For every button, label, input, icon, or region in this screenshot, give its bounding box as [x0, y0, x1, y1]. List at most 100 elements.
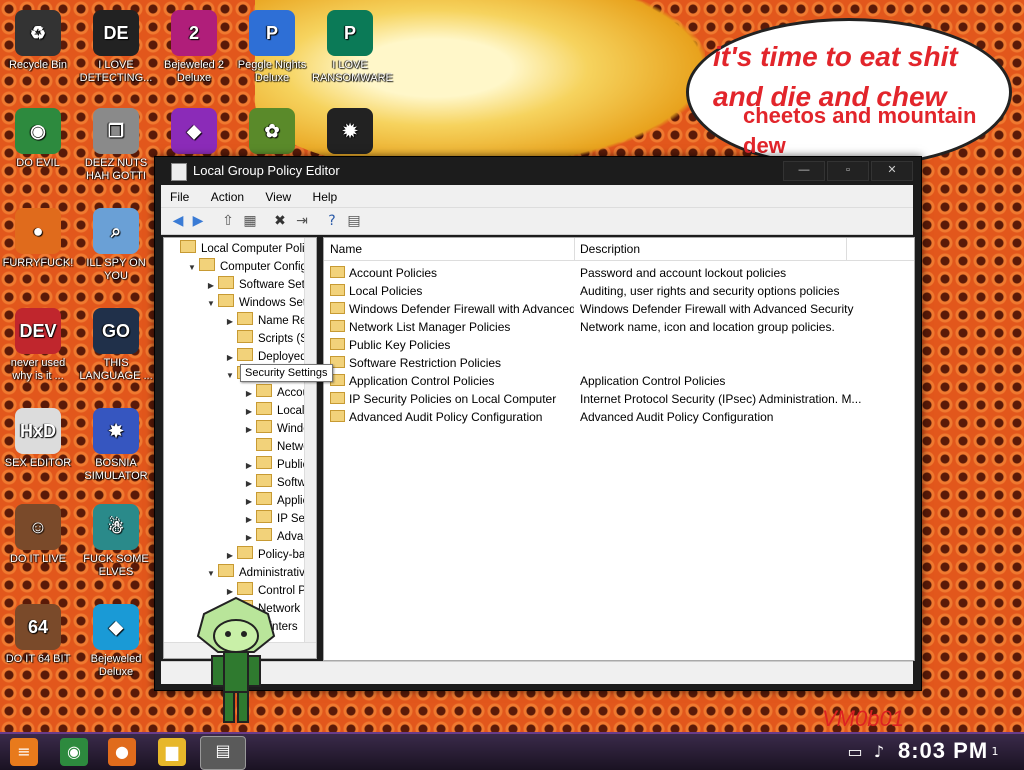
desktop-icon[interactable]: ❐ DEEZ NUTS HAH GOTTI	[78, 108, 154, 183]
list-item-name-text: IP Security Policies on Local Computer	[349, 392, 557, 406]
desktop-icon-label: DEEZ NUTS HAH GOTTI	[84, 157, 148, 182]
tree-node[interactable]: ▶Policy-based QoS	[223, 546, 316, 565]
close-button[interactable]: ✕	[871, 161, 913, 181]
list-item-description: Password and account lockout policies	[580, 266, 787, 280]
details-pane: Name Description Account Policies Passwor…	[323, 237, 915, 661]
column-name[interactable]: Name	[324, 238, 575, 260]
desktop-icon[interactable]: ✿	[234, 108, 310, 157]
folder-icon	[330, 302, 345, 314]
tree-node[interactable]: ▼Administrative Templates	[204, 564, 316, 583]
delete-icon[interactable]: ✖	[271, 212, 289, 230]
taskbar-firefox-icon[interactable]: ●	[108, 738, 136, 766]
list-item[interactable]: Advanced Audit Policy Configuration Advan…	[324, 408, 914, 426]
taskbar-policy-editor-icon[interactable]: ▤	[200, 736, 246, 770]
list-item-name: Software Restriction Policies	[330, 354, 574, 372]
notification-icon[interactable]: 1	[984, 738, 1006, 766]
menu-file[interactable]: File	[161, 185, 198, 206]
desktop-icon[interactable]: ◆ Bejeweled Deluxe	[78, 604, 154, 679]
expand-arrow-icon[interactable]: ▶	[242, 457, 256, 475]
tree-node[interactable]: ▶Name Resolution Policy	[223, 312, 316, 331]
expand-arrow-icon[interactable]: ▶	[242, 493, 256, 511]
expand-arrow-icon[interactable]: ▶	[242, 385, 256, 403]
tree-node[interactable]: Scripts (Startup/Shutdown)	[223, 330, 316, 348]
tree-node[interactable]: ▼Windows Settings	[204, 294, 316, 313]
desktop-icon[interactable]: ◉ DO EVIL	[0, 108, 76, 170]
network-icon[interactable]: ▭	[846, 738, 864, 766]
list-item[interactable]: Account Policies Password and account loc…	[324, 264, 914, 282]
collapse-arrow-icon[interactable]: ▼	[204, 295, 218, 313]
expand-arrow-icon[interactable]: ▶	[223, 313, 237, 331]
tree-node[interactable]: Local Computer Policy	[166, 240, 316, 258]
desktop-icon[interactable]: 2 Bejeweled 2 Deluxe	[156, 10, 232, 85]
up-folder-icon[interactable]: ⇧	[219, 212, 237, 230]
clock[interactable]: 8:03 PM	[898, 738, 988, 764]
desktop-icon[interactable]: ◆	[156, 108, 232, 157]
menu-bar: File Action View Help	[161, 185, 913, 207]
collapse-arrow-icon[interactable]: ▼	[223, 367, 237, 385]
expand-arrow-icon[interactable]: ▶	[223, 547, 237, 565]
desktop-icon[interactable]: ⌕ ILL SPY ON YOU	[78, 208, 154, 283]
menu-action[interactable]: Action	[202, 185, 253, 206]
tree-node[interactable]: ▶Software Settings	[204, 276, 316, 295]
list-item-name-text: Software Restriction Policies	[349, 356, 502, 370]
desktop-icon[interactable]: ● FURRYFUCK!	[0, 208, 76, 270]
expand-arrow-icon[interactable]: ▶	[242, 475, 256, 493]
list-item[interactable]: Application Control Policies Application …	[324, 372, 914, 390]
forward-icon[interactable]: ▶	[189, 212, 207, 230]
expand-arrow-icon[interactable]: ▶	[242, 529, 256, 547]
title-bar[interactable]: Local Group Policy Editor — ▫ ✕	[155, 157, 921, 185]
desktop-icon[interactable]: 64 DO IT 64 BIT	[0, 604, 76, 666]
folder-icon	[218, 276, 234, 289]
properties-icon[interactable]: ▤	[345, 212, 363, 230]
desktop-icon-label: I LOVE RANSOMWARE	[312, 59, 393, 84]
desktop-icon-label: Peggle Nights Deluxe	[237, 59, 307, 84]
export-icon[interactable]: ⇥	[293, 212, 311, 230]
expand-arrow-icon[interactable]: ▶	[204, 277, 218, 295]
maximize-button[interactable]: ▫	[827, 161, 869, 181]
column-description[interactable]: Description	[574, 238, 847, 260]
list-item[interactable]: Network List Manager Policies Network nam…	[324, 318, 914, 336]
folder-icon	[237, 582, 253, 595]
list-item[interactable]: Public Key Policies	[324, 336, 914, 354]
folder-icon	[330, 392, 345, 404]
desktop-icon[interactable]: P Peggle Nights Deluxe	[234, 10, 310, 85]
list-item[interactable]: Windows Defender Firewall with Advanced …	[324, 300, 914, 318]
minimize-button[interactable]: —	[783, 161, 825, 181]
expand-arrow-icon[interactable]: ▶	[242, 421, 256, 439]
taskbar-chrome-icon[interactable]: ◉	[60, 738, 88, 766]
desktop-icon[interactable]: ♻ Recycle Bin	[0, 10, 76, 72]
help-icon[interactable]: ?	[323, 212, 341, 230]
collapse-arrow-icon[interactable]: ▼	[185, 259, 199, 277]
menu-view[interactable]: View	[256, 185, 300, 206]
mine-icon: ✸	[93, 408, 139, 454]
show-hide-tree-icon[interactable]: ▦	[241, 212, 259, 230]
volume-icon[interactable]: ♪	[870, 738, 888, 766]
menu-help[interactable]: Help	[304, 185, 347, 206]
list-item[interactable]: Software Restriction Policies	[324, 354, 914, 372]
desktop-icon[interactable]: ✸ BOSNIA SIMULATOR	[78, 408, 154, 483]
desktop-icon[interactable]: HxD SEX EDITOR	[0, 408, 76, 470]
desktop-icon[interactable]: GO THIS LANGUAGE ...	[78, 308, 154, 383]
taskbar-explorer-icon[interactable]: ▆	[158, 738, 186, 766]
list-item[interactable]: IP Security Policies on Local Computer In…	[324, 390, 914, 408]
collapse-arrow-icon[interactable]: ▼	[204, 565, 218, 583]
expand-arrow-icon[interactable]: ▶	[242, 403, 256, 421]
expand-arrow-icon[interactable]: ▶	[223, 349, 237, 367]
folder-icon	[330, 266, 345, 278]
desktop-icon[interactable]: ☺ DO IT LIVE	[0, 504, 76, 566]
expand-arrow-icon[interactable]: ▶	[242, 511, 256, 529]
desktop-icon[interactable]: P I LOVE RANSOMWARE	[312, 10, 393, 85]
speech-line-2: cheetos and mountain dew	[743, 103, 977, 158]
tree-node[interactable]: ▼ Computer Configuration	[185, 258, 316, 277]
tree-vertical-scrollbar[interactable]	[304, 238, 316, 642]
back-icon[interactable]: ◀	[169, 212, 187, 230]
list-item[interactable]: Local Policies Auditing, user rights and …	[324, 282, 914, 300]
desktop-icon-label: never used why is it ...	[10, 357, 66, 382]
desktop-icon[interactable]: DE I LOVE DETECTING...	[78, 10, 154, 85]
desktop-icon[interactable]: DEV never used why is it ...	[0, 308, 76, 383]
speech-bubble: it's time to eat shit and die and chew c…	[686, 18, 1012, 166]
start-button[interactable]: ≡	[10, 738, 38, 766]
desktop-icon[interactable]: ☃ FUCK SOME ELVES	[78, 504, 154, 579]
desktop-icon[interactable]: ✹	[312, 108, 388, 157]
bejeweled-2-icon: 2	[171, 10, 217, 56]
